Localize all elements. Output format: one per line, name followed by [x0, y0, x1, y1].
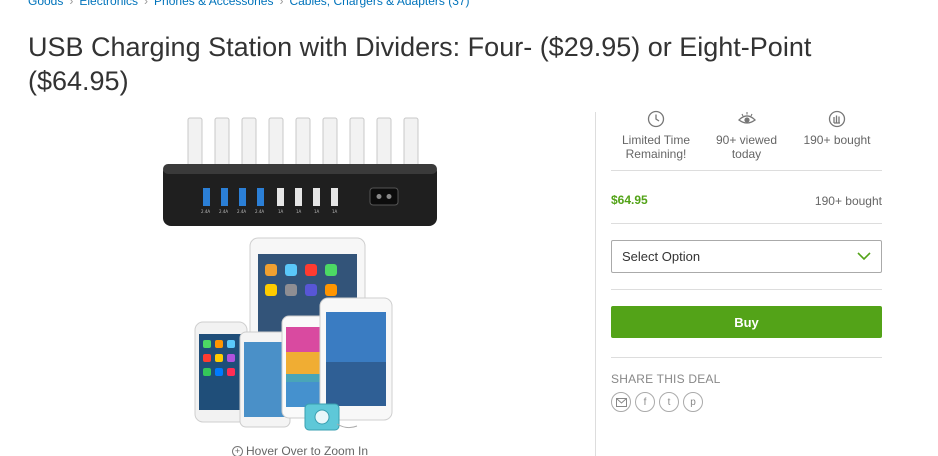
email-icon[interactable]: [611, 392, 631, 412]
option-select[interactable]: Select Option: [611, 240, 882, 273]
zoom-hint: + Hover Over to Zoom In: [232, 444, 368, 456]
column-divider: [595, 112, 596, 456]
port-label: 1A: [332, 209, 338, 214]
divider: [611, 357, 882, 358]
deal-bought-count: 190+ bought: [814, 194, 882, 208]
divider: [611, 289, 882, 290]
stat-label: Limited Time Remaining!: [621, 133, 691, 161]
share-icons: f t p: [611, 392, 703, 412]
stat-viewed: 90+ viewed today: [702, 110, 792, 170]
port-label: 2.4A: [237, 209, 246, 214]
facebook-icon[interactable]: f: [635, 392, 655, 412]
charging-station-illustration: 2.4A 2.4A 2.4A 2.4A 1A 1A 1A 1A: [163, 117, 437, 431]
breadcrumb-phones-accessories[interactable]: Phones & Accessories: [154, 0, 273, 8]
share-label: SHARE THIS DEAL: [611, 372, 721, 386]
breadcrumb-goods[interactable]: Goods: [28, 0, 63, 8]
zoom-icon: +: [232, 445, 243, 456]
stat-limited-time: Limited Time Remaining!: [611, 110, 701, 170]
breadcrumb: Goods › Electronics › Phones & Accessories › C…: [28, 0, 470, 8]
divider: [611, 223, 882, 224]
deal-stats: Limited Time Remaining! 90+ viewed today…: [611, 110, 882, 170]
hand-icon: [828, 110, 846, 128]
breadcrumb-cables-chargers[interactable]: Cables, Chargers & Adapters (37): [289, 0, 469, 8]
option-select-value: Select Option: [622, 249, 701, 264]
port-label: 1A: [296, 209, 302, 214]
buy-button[interactable]: Buy: [611, 306, 882, 338]
eye-icon: [737, 112, 756, 124]
port-label: 2.4A: [201, 209, 210, 214]
stat-bought: 190+ bought: [792, 110, 882, 170]
twitter-icon[interactable]: t: [659, 392, 679, 412]
breadcrumb-separator: ›: [69, 0, 74, 8]
stat-label: 90+ viewed today: [715, 133, 778, 161]
deal-price: $64.95: [611, 193, 648, 207]
pinterest-icon[interactable]: p: [683, 392, 703, 412]
port-label: 2.4A: [255, 209, 264, 214]
breadcrumb-electronics[interactable]: Electronics: [79, 0, 138, 8]
breadcrumb-separator: ›: [144, 0, 149, 8]
divider: [611, 170, 882, 171]
page-title: USB Charging Station with Dividers: Four…: [28, 32, 812, 96]
stat-label: 190+ bought: [803, 133, 871, 147]
clock-icon: [647, 110, 665, 128]
port-label: 1A: [278, 209, 284, 214]
breadcrumb-separator: ›: [279, 0, 284, 8]
port-label: 2.4A: [219, 209, 228, 214]
zoom-hint-text: Hover Over to Zoom In: [246, 444, 369, 456]
chevron-down-icon: [857, 252, 871, 261]
port-label: 1A: [314, 209, 320, 214]
product-image[interactable]: 2.4A 2.4A 2.4A 2.4A 1A 1A 1A 1A: [155, 112, 455, 434]
